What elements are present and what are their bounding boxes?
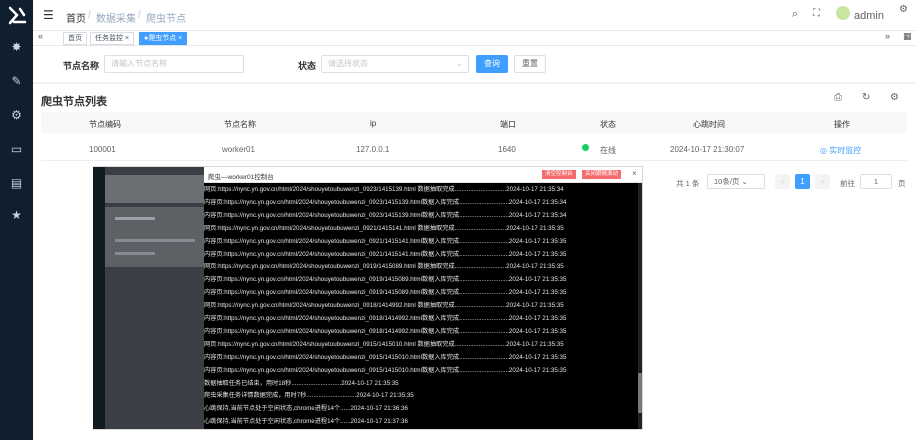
console-log-line: 网页:https://nync.yn.gov.cn/html/2024/shou… bbox=[204, 186, 564, 193]
cell-ip: 127.0.0.1 bbox=[356, 145, 390, 154]
search-form: 节点名称 请输入节点名称 状态 请选择状态 ⌄ 查询 重置 bbox=[33, 46, 915, 83]
pagination-total: 共 1 条 bbox=[676, 179, 700, 188]
toggle-follow-scroll-button[interactable]: 关闭跟随滚动 bbox=[582, 170, 622, 179]
console-log-line: 数据抽取任务已结束，用时18秒.........................… bbox=[204, 379, 399, 387]
console-log-line: 内容页:https://nync.yn.gov.cn/html/2024/sho… bbox=[204, 366, 567, 374]
chevron-down-icon: ⌄ bbox=[456, 59, 463, 68]
col-heartbeat: 心跳时间 bbox=[693, 120, 725, 129]
refresh-icon[interactable]: ↻ bbox=[862, 92, 870, 103]
goto-label: 前往 bbox=[840, 179, 855, 188]
breadcrumb-current: 爬虫节点 bbox=[146, 14, 186, 25]
console-header: 爬虫—worker01控制台 清空控制台 关闭跟随滚动 × bbox=[204, 167, 642, 183]
hamburger-icon[interactable]: ☰ bbox=[43, 8, 54, 22]
cell-heartbeat: 2024-10-17 21:30:07 bbox=[670, 145, 745, 154]
realtime-monitor-link[interactable]: ◎ 实时监控 bbox=[820, 145, 861, 156]
goto-input[interactable]: 1 bbox=[860, 174, 892, 189]
cell-node-code: 100001 bbox=[89, 145, 116, 154]
status-select-placeholder: 请选择状态 bbox=[328, 59, 368, 68]
col-action: 操作 bbox=[834, 120, 850, 129]
col-port: 端口 bbox=[500, 120, 516, 129]
online-status-dot bbox=[582, 144, 589, 151]
scroll-left-icon[interactable]: « bbox=[38, 31, 43, 41]
tags-bar: « 首页 任务监控 × ●爬虫节点 × » ▦ bbox=[33, 31, 915, 46]
edit-icon[interactable]: ✎ bbox=[9, 74, 24, 89]
console-scrollbar[interactable] bbox=[638, 183, 642, 429]
print-icon[interactable]: ⎙ bbox=[834, 92, 842, 103]
goto-unit: 页 bbox=[898, 179, 906, 188]
logo-icon[interactable] bbox=[6, 5, 28, 27]
query-button[interactable]: 查询 bbox=[476, 55, 508, 73]
console-log-line: 内容页:https://nync.yn.gov.cn/html/2024/sho… bbox=[204, 211, 567, 219]
reset-button[interactable]: 重置 bbox=[514, 55, 546, 73]
console-log-line: 网页:https://nync.yn.gov.cn/html/2024/shou… bbox=[204, 302, 564, 310]
console-log-line: 内容页:https://nync.yn.gov.cn/html/2024/sho… bbox=[204, 315, 567, 322]
list-title: 爬虫节点列表 bbox=[41, 96, 107, 108]
scroll-right-icon[interactable]: » bbox=[885, 31, 890, 41]
console-log-line: 心跳保持,当前节点处于空闲状态,chrome进程14个......2024-10… bbox=[204, 418, 408, 426]
bug-icon[interactable]: ✸ bbox=[9, 40, 24, 55]
cell-port: 1640 bbox=[498, 145, 516, 154]
console-log-line: 内容页:https://nync.yn.gov.cn/html/2024/sho… bbox=[204, 237, 567, 245]
settings-icon[interactable]: ⚙ bbox=[890, 92, 899, 103]
status-label: 状态 bbox=[298, 61, 317, 71]
console-log-line: 网页:https://nync.yn.gov.cn/html/2024/shou… bbox=[204, 340, 564, 348]
tag-task-monitor[interactable]: 任务监控 × bbox=[90, 32, 135, 45]
settings-icon[interactable]: ⚙ bbox=[899, 4, 908, 15]
search-icon[interactable]: ⌕ bbox=[792, 8, 798, 21]
table-header bbox=[41, 112, 907, 133]
node-name-label: 节点名称 bbox=[63, 61, 100, 71]
gear-icon[interactable]: ⚙ bbox=[9, 108, 24, 123]
console-log-line: 内容页:https://nync.yn.gov.cn/html/2024/sho… bbox=[204, 198, 567, 206]
col-node-code: 节点编码 bbox=[89, 120, 121, 129]
grid-icon[interactable]: ▦ bbox=[903, 31, 912, 42]
tag-crawler-node[interactable]: ●爬虫节点 × bbox=[139, 32, 188, 45]
navbar: ☰ 首页 / 数据采集 / 爬虫节点 ⌕ ⛶ admin ⚙ bbox=[33, 0, 915, 31]
avatar[interactable] bbox=[836, 6, 850, 20]
breadcrumb-home[interactable]: 首页 bbox=[66, 10, 86, 25]
console-log-line: 内容页:https://nync.yn.gov.cn/html/2024/sho… bbox=[204, 250, 567, 258]
username[interactable]: admin bbox=[854, 10, 884, 22]
close-icon[interactable]: × bbox=[632, 169, 637, 178]
breadcrumb-collect[interactable]: 数据采集 bbox=[96, 10, 136, 25]
col-ip: ip bbox=[370, 119, 377, 128]
node-name-input[interactable]: 请输入节点名称 bbox=[104, 55, 244, 73]
next-page-button[interactable]: › bbox=[815, 174, 830, 189]
col-node-name: 节点名称 bbox=[224, 120, 256, 129]
console-log-line: 心跳保持,当前节点处于空闲状态,chrome进程14个......2024-10… bbox=[204, 405, 408, 413]
console-log-line: 内容页:https://nync.yn.gov.cn/html/2024/sho… bbox=[204, 353, 567, 361]
console-log-line: 内容页:https://nync.yn.gov.cn/html/2024/sho… bbox=[204, 276, 567, 284]
console-title: 爬虫—worker01控制台 bbox=[208, 174, 274, 181]
cell-node-name: worker01 bbox=[222, 145, 255, 154]
console-log-line: 爬虫采集任务详情数据完成，用时7秒.......................… bbox=[204, 392, 414, 400]
console-log-line: 网页:https://nync.yn.gov.cn/html/2024/shou… bbox=[204, 263, 564, 271]
console-log-line: 网页:https://nync.yn.gov.cn/html/2024/shou… bbox=[204, 224, 564, 232]
page-size-select[interactable]: 10条/页 ⌄ bbox=[707, 174, 765, 189]
breadcrumb-separator: / bbox=[88, 10, 91, 21]
row-divider bbox=[41, 160, 907, 161]
breadcrumb-separator: / bbox=[138, 10, 141, 21]
prev-page-button[interactable]: ‹ bbox=[775, 174, 790, 189]
realtime-monitor-label: 实时监控 bbox=[829, 146, 862, 155]
console-log-line: 内容页:https://nync.yn.gov.cn/html/2024/sho… bbox=[204, 289, 567, 297]
fullscreen-icon[interactable]: ⛶ bbox=[813, 8, 820, 19]
status-select[interactable]: 请选择状态 ⌄ bbox=[321, 55, 469, 73]
col-status: 状态 bbox=[600, 120, 616, 129]
page-size-value: 10条/页 bbox=[714, 177, 740, 186]
page-1-button[interactable]: 1 bbox=[795, 174, 810, 189]
clear-console-button[interactable]: 清空控制台 bbox=[542, 170, 576, 179]
console-log-line: 内容页:https://nync.yn.gov.cn/html/2024/sho… bbox=[204, 327, 567, 335]
cell-status: 在线 bbox=[600, 146, 616, 155]
tag-home[interactable]: 首页 bbox=[63, 32, 87, 45]
monitor-icon[interactable]: ▭ bbox=[9, 142, 24, 157]
